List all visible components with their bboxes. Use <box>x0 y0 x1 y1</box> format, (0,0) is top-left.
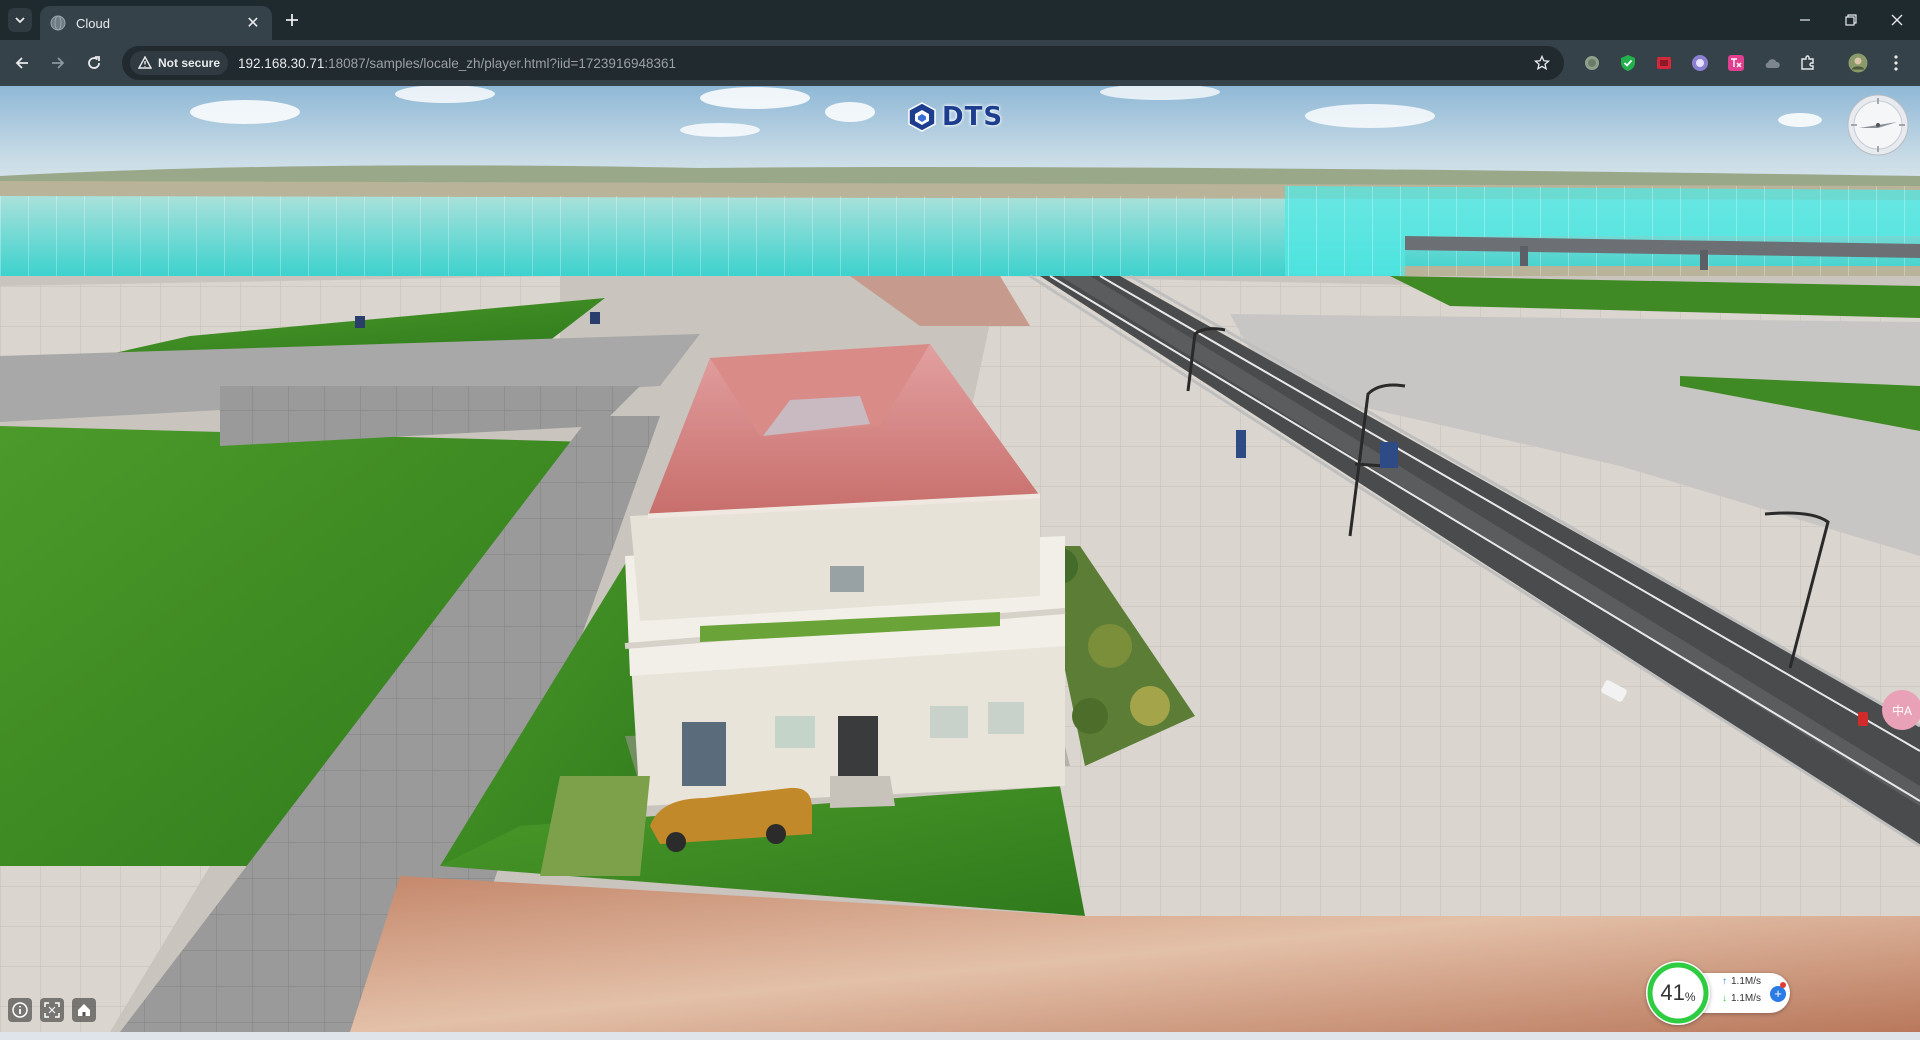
url-host: 192.168.30.71 <box>238 55 325 71</box>
home-view-button[interactable] <box>72 998 96 1022</box>
info-icon <box>12 1002 28 1018</box>
circle-extension-icon <box>1585 56 1599 70</box>
arrow-right-icon <box>52 57 65 69</box>
restore-icon <box>1845 14 1857 26</box>
info-button[interactable] <box>8 998 32 1022</box>
shield-extension-button[interactable] <box>1618 53 1638 73</box>
star-icon <box>1534 55 1550 71</box>
download-arrow-icon: ↓ <box>1722 993 1727 1004</box>
tab-title: Cloud <box>76 15 110 31</box>
bookmark-button[interactable] <box>1530 51 1554 75</box>
translate-extension-icon <box>1728 55 1744 71</box>
security-chip[interactable]: Not secure <box>130 51 229 75</box>
minimize-button[interactable] <box>1782 0 1828 40</box>
warning-icon <box>138 56 152 69</box>
download-speed-row: ↓ 1.1M/s <box>1722 993 1761 1004</box>
upload-speed: 1.1M/s <box>1731 976 1762 987</box>
download-speed: 1.1M/s <box>1731 993 1762 1004</box>
address-bar[interactable]: Not secure 192.168.30.71 :18087/samples/… <box>122 46 1564 80</box>
plus-icon[interactable]: + <box>1770 986 1786 1002</box>
cloud-extension-icon <box>1765 59 1780 68</box>
browser-toolbar: Not secure 192.168.30.71 :18087/samples/… <box>0 40 1920 86</box>
upload-arrow-icon: ↑ <box>1722 976 1727 987</box>
profile-button[interactable] <box>1848 53 1868 73</box>
load-percent-unit: % <box>1684 990 1696 1004</box>
shield-extension-icon <box>1621 55 1635 71</box>
close-window-button[interactable] <box>1874 0 1920 40</box>
purple-extension-button[interactable] <box>1690 53 1710 73</box>
notification-dot <box>1780 982 1786 988</box>
security-label: Not secure <box>158 56 221 70</box>
red-extension-button[interactable] <box>1654 53 1674 73</box>
restore-button[interactable] <box>1828 0 1874 40</box>
3d-scene-render[interactable] <box>0 86 1920 1032</box>
close-icon <box>1891 14 1903 26</box>
dts-logo-icon <box>908 102 936 132</box>
arrow-left-icon <box>15 57 28 69</box>
forward-button[interactable] <box>46 51 70 75</box>
chevron-down-icon <box>15 17 25 24</box>
compass-widget[interactable] <box>1847 94 1909 156</box>
kebab-menu-icon <box>1894 55 1898 71</box>
viewer-controls <box>8 998 96 1022</box>
circle-extension-button[interactable] <box>1582 53 1602 73</box>
browser-tab-bar: Cloud ✕ <box>0 0 1920 40</box>
fullscreen-button[interactable] <box>40 998 64 1022</box>
globe-icon <box>50 15 66 31</box>
minimize-icon <box>1800 19 1810 21</box>
tab-close-button[interactable]: ✕ <box>244 14 262 32</box>
url-path: :18087/samples/locale_zh/player.html?iid… <box>324 55 677 71</box>
cloud-extension-button[interactable] <box>1762 53 1782 73</box>
language-toggle-button[interactable]: 中A <box>1882 690 1920 730</box>
browser-menu-button[interactable] <box>1886 53 1906 73</box>
upload-speed-row: ↑ 1.1M/s <box>1722 976 1761 987</box>
reload-icon <box>88 56 100 69</box>
profile-avatar <box>1848 53 1868 73</box>
plus-icon <box>286 14 298 26</box>
load-percent-value: 41 <box>1660 980 1685 1005</box>
purple-extension-icon <box>1692 55 1708 71</box>
dts-logo: DTS <box>908 100 1003 134</box>
network-monitor[interactable]: 41% ↑ 1.1M/s ↓ 1.1M/s + <box>1646 961 1792 1025</box>
translate-extension-button[interactable] <box>1726 53 1746 73</box>
reload-button[interactable] <box>82 51 106 75</box>
language-toggle-label: 中A <box>1891 703 1912 718</box>
compass-icon <box>1847 94 1909 156</box>
load-percent: 41% <box>1646 961 1710 1025</box>
home-icon <box>78 1004 90 1016</box>
browser-tab[interactable]: Cloud ✕ <box>40 6 272 40</box>
new-tab-button[interactable] <box>280 8 304 32</box>
logo-text: DTS <box>942 102 1004 132</box>
red-extension-icon <box>1657 57 1671 69</box>
puzzle-icon <box>1801 55 1814 70</box>
extensions-button[interactable] <box>1798 53 1818 73</box>
fullscreen-icon <box>44 1002 60 1018</box>
3d-viewport[interactable]: DTS 中A 41 % ↑ 1.1M/s ↓ 1.1M/s + <box>0 86 1920 1032</box>
bottom-edge <box>0 1032 1920 1040</box>
tab-search-button[interactable] <box>8 8 32 32</box>
back-button[interactable] <box>10 51 34 75</box>
